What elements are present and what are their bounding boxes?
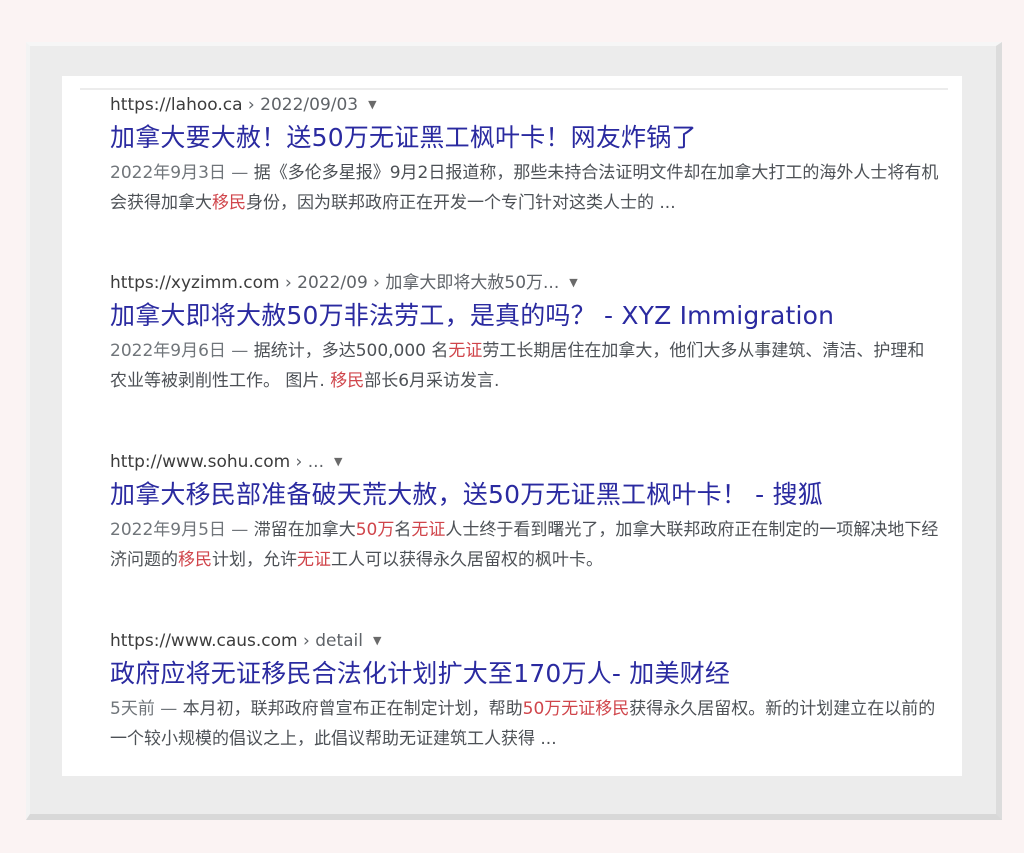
snippet-highlight: 移民 [178,550,212,570]
result-snippet: 2022年9月5日 — 滞留在加拿大50万名无证人士终于看到曙光了，加拿大联邦政… [110,515,940,575]
result-title[interactable]: 加拿大移民部准备破天荒大赦，送50万无证黑工枫叶卡！ - 搜狐 [110,479,940,511]
search-result: http://www.sohu.com › ... ▼ 加拿大移民部准备破天荒大赦… [110,451,940,575]
result-title[interactable]: 加拿大要大赦！送50万无证黑工枫叶卡！网友炸锅了 [110,122,940,154]
result-url-domain[interactable]: http://www.sohu.com [110,452,290,472]
result-url[interactable]: https://xyzimm.com › 2022/09 › 加拿大即将大赦50… [110,272,940,294]
result-date: 2022年9月3日 — [110,163,254,183]
result-snippet: 2022年9月6日 — 据统计，多达500,000 名无证劳工长期居住在加拿大，… [110,336,940,396]
result-snippet: 5天前 — 本月初，联邦政府曾宣布正在制定计划，帮助50万无证移民获得永久居留权… [110,694,940,754]
search-results-page: https://lahoo.ca › 2022/09/03 ▼ 加拿大要大赦！送5… [62,76,962,776]
result-url-domain[interactable]: https://xyzimm.com [110,273,280,293]
result-url-breadcrumb: › 2022/09 › 加拿大即将大赦50万... [279,273,560,293]
snippet-text: 本月初，联邦政府曾宣布正在制定计划，帮助 [182,699,523,719]
result-url[interactable]: https://lahoo.ca › 2022/09/03 ▼ [110,94,940,116]
result-date: 2022年9月6日 — [110,341,254,361]
snippet-text: 部长6月采访发言. [364,371,500,391]
snippet-highlight: 移民 [212,193,246,213]
snippet-highlight: 无证 [297,550,331,570]
result-url-domain[interactable]: https://lahoo.ca [110,95,243,115]
snippet-highlight: 移民 [330,371,365,391]
result-snippet: 2022年9月3日 — 据《多伦多星报》9月2日报道称，那些未持合法证明文件却在… [110,158,940,218]
caret-down-icon[interactable]: ▼ [368,94,376,116]
divider [80,88,948,90]
snippet-text: 工人可以获得永久居留权的枫叶卡。 [331,550,603,570]
result-url-domain[interactable]: https://www.caus.com [110,631,298,651]
snippet-highlight: 50万无证移民 [522,699,630,719]
snippet-highlight: 50万 [355,520,395,540]
result-title[interactable]: 加拿大即将大赦50万非法劳工，是真的吗？ - XYZ Immigration [110,300,940,332]
result-url-breadcrumb: › 2022/09/03 [242,95,359,115]
result-url[interactable]: http://www.sohu.com › ... ▼ [110,451,940,473]
search-result: https://www.caus.com › detail ▼ 政府应将无证移民合… [110,630,940,754]
snippet-text: 计划，允许 [212,550,297,570]
result-title[interactable]: 政府应将无证移民合法化计划扩大至170万人- 加美财经 [110,658,940,690]
result-url-breadcrumb: › ... [290,452,324,472]
snippet-text: 滞留在加拿大 [253,520,356,540]
caret-down-icon[interactable]: ▼ [569,272,577,294]
snippet-highlight: 无证 [448,341,483,361]
result-url[interactable]: https://www.caus.com › detail ▼ [110,630,940,652]
snippet-text: 身份，因为联邦政府正在开发一个专门针对这类人士的 ... [246,193,676,213]
snippet-highlight: 无证 [411,520,446,540]
search-result: https://lahoo.ca › 2022/09/03 ▼ 加拿大要大赦！送5… [110,94,940,218]
result-url-breadcrumb: › detail [297,631,363,651]
result-date: 2022年9月5日 — [110,520,254,540]
result-date: 5天前 — [110,699,183,719]
search-result: https://xyzimm.com › 2022/09 › 加拿大即将大赦50… [110,272,940,396]
snippet-text: 据统计，多达500,000 名 [253,341,449,361]
caret-down-icon[interactable]: ▼ [334,451,342,473]
caret-down-icon[interactable]: ▼ [373,630,381,652]
snippet-text: 名 [394,520,412,540]
